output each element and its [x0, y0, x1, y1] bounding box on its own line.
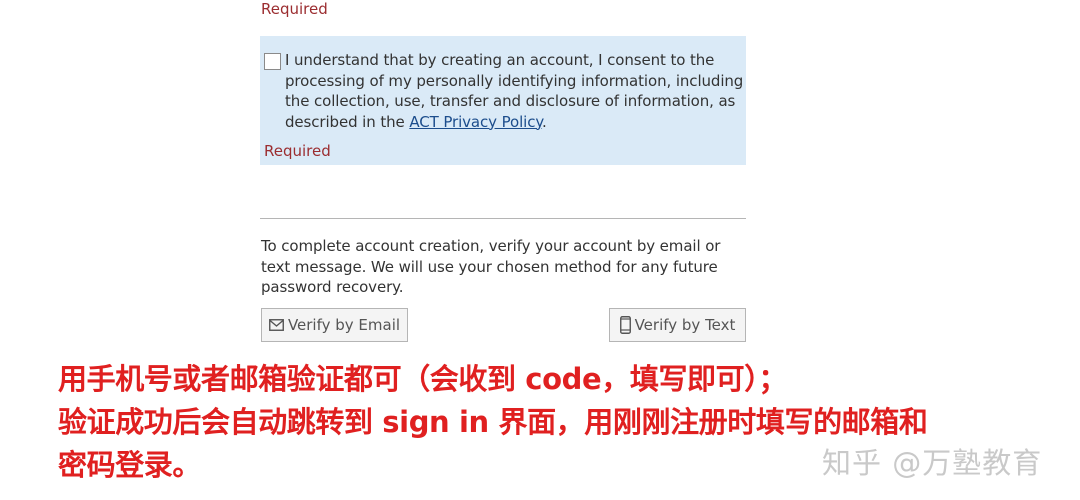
- consent-text-end: .: [542, 112, 547, 131]
- verify-by-text-button[interactable]: Verify by Text: [609, 308, 746, 342]
- annotation-line-1: 用手机号或者邮箱验证都可（会收到 code，填写即可）；: [58, 362, 787, 396]
- consent-checkbox[interactable]: [264, 53, 281, 70]
- watermark: 知乎 @万塾教育: [822, 446, 1043, 480]
- verification-instructions: To complete account creation, verify you…: [261, 237, 721, 296]
- divider: [260, 218, 746, 219]
- privacy-policy-link[interactable]: ACT Privacy Policy: [409, 113, 542, 131]
- consent-text: I understand that by creating an account…: [285, 50, 745, 132]
- verify-by-email-button[interactable]: Verify by Email: [261, 308, 408, 342]
- annotation-line-2: 验证成功后会自动跳转到 sign in 界面，用刚刚注册时填写的邮箱和: [58, 405, 928, 439]
- verify-by-email-label: Verify by Email: [287, 316, 401, 334]
- required-label: Required: [261, 0, 328, 18]
- envelope-icon: [268, 319, 284, 331]
- consent-panel: I understand that by creating an account…: [260, 36, 746, 165]
- mobile-phone-icon: [619, 316, 631, 334]
- consent-required-label: Required: [264, 142, 331, 160]
- verify-by-text-label: Verify by Text: [634, 316, 736, 334]
